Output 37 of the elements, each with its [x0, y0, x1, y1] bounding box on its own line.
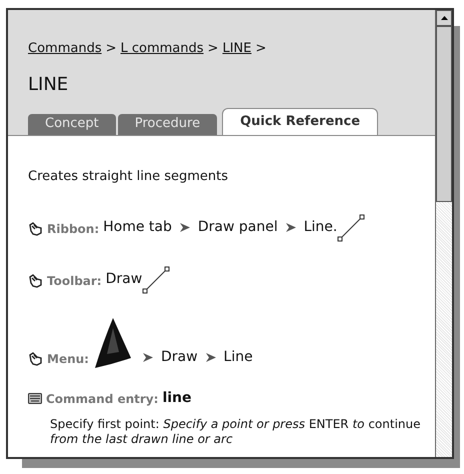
- tab[interactable]: Procedure: [118, 114, 218, 134]
- path-step: Draw: [160, 347, 198, 368]
- line-tool-icon: [337, 214, 366, 242]
- access-label: Toolbar:: [47, 273, 102, 290]
- page-title: LINE: [28, 72, 70, 96]
- breadcrumb-separator: >: [106, 40, 116, 58]
- application-logo-icon: [92, 318, 131, 368]
- path-step: Line: [224, 347, 253, 368]
- path-step: Draw panel: [198, 217, 278, 238]
- command-prompt: Specify first point: Specify a point or press ENTER to continue from the last drawn line or arc: [50, 417, 422, 447]
- path-step: Line.: [304, 217, 338, 238]
- breadcrumb-link[interactable]: Commands: [28, 39, 102, 58]
- up-arrow-icon: [440, 16, 448, 20]
- path-step: Home tab: [103, 217, 172, 238]
- tab[interactable]: Quick Reference: [222, 108, 378, 134]
- pointer-icon: [28, 274, 43, 288]
- command-name: line: [162, 389, 192, 408]
- access-label: Menu:: [47, 351, 89, 368]
- line-tool-icon: [142, 266, 170, 294]
- keyboard-icon: [28, 393, 42, 404]
- scroll-thumb[interactable]: [436, 26, 452, 202]
- tab[interactable]: Concept: [28, 114, 116, 134]
- scroll-up-button[interactable]: [436, 10, 452, 26]
- arrow-icon: [206, 353, 216, 362]
- breadcrumb-link[interactable]: L commands: [120, 39, 204, 58]
- access-label: Ribbon:: [47, 221, 100, 238]
- description: Creates straight line segments: [28, 168, 230, 186]
- breadcrumb-separator: >: [208, 40, 218, 58]
- pointer-icon: [28, 352, 43, 366]
- path-step: Draw: [106, 269, 142, 290]
- pointer-icon: [28, 222, 43, 236]
- breadcrumb-link[interactable]: LINE: [222, 39, 252, 58]
- arrow-icon: [142, 353, 153, 362]
- command-entry-label: Command entry:: [46, 390, 158, 408]
- arrow-icon: [286, 223, 296, 232]
- arrow-icon: [180, 223, 190, 232]
- breadcrumb-separator: >: [255, 40, 266, 58]
